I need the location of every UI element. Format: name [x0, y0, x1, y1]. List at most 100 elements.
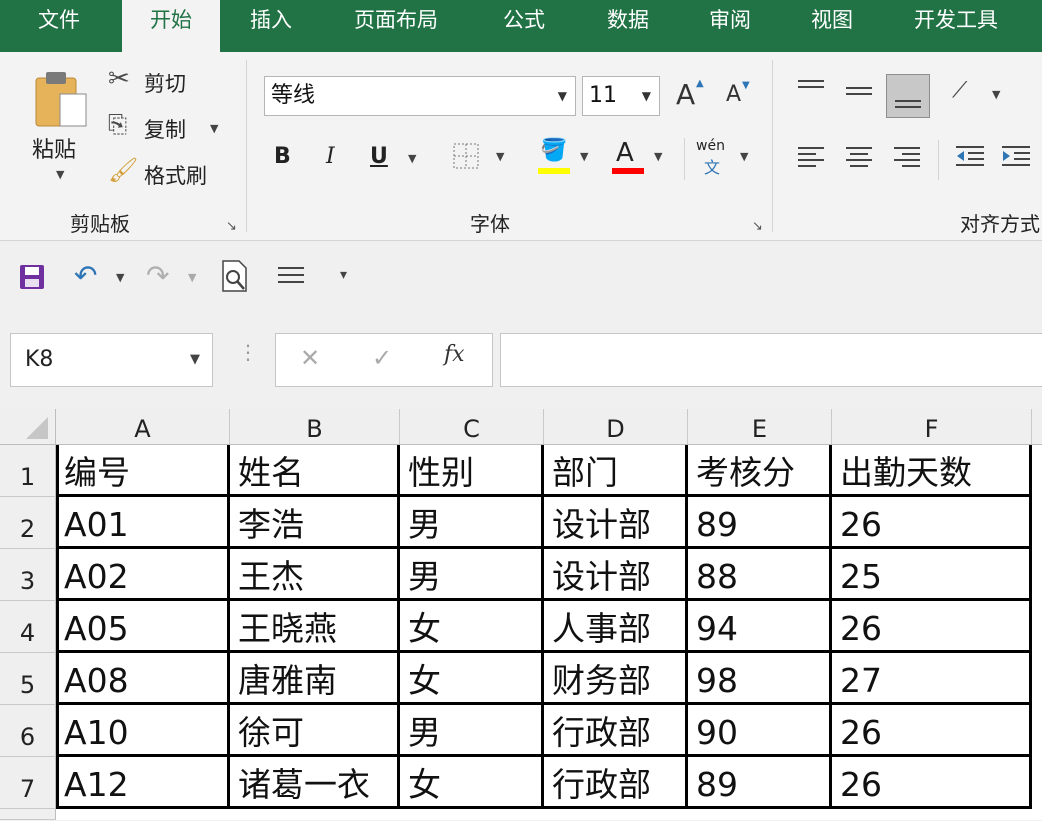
column-header-e[interactable]: E — [688, 409, 832, 445]
row-header[interactable]: 5 — [0, 653, 56, 705]
splitter-handle[interactable]: ⋮ — [238, 342, 258, 362]
cell-e7[interactable]: 89 — [688, 757, 832, 809]
cell-b4[interactable]: 王晓燕 — [230, 601, 400, 653]
borders-button[interactable]: ▼ — [452, 142, 510, 176]
cell-b3[interactable]: 王杰 — [230, 549, 400, 601]
top-align-button[interactable] — [796, 78, 828, 110]
cell-a6[interactable]: A10 — [56, 705, 230, 757]
clipboard-launcher-icon[interactable]: ↘ — [226, 220, 240, 234]
decrease-indent-button[interactable] — [954, 144, 988, 174]
font-color-button[interactable]: A ▼ — [610, 138, 668, 178]
column-header-d[interactable]: D — [544, 409, 688, 445]
cell-d2[interactable]: 设计部 — [544, 497, 688, 549]
cell-e5[interactable]: 98 — [688, 653, 832, 705]
cell-c4[interactable]: 女 — [400, 601, 544, 653]
cell-f1[interactable]: 出勤天数 — [832, 445, 1032, 497]
cut-button[interactable]: ✂ 剪切 — [104, 64, 214, 96]
cell-f5[interactable]: 27 — [832, 653, 1032, 705]
cell-b1[interactable]: 姓名 — [230, 445, 400, 497]
paste-dropdown-icon[interactable]: ▼ — [56, 168, 64, 181]
align-right-button[interactable] — [892, 144, 924, 174]
cell-e3[interactable]: 88 — [688, 549, 832, 601]
align-center-button[interactable] — [844, 144, 876, 174]
phonetic-guide-button[interactable]: wén 文 ▼ — [696, 138, 756, 180]
cell-c2[interactable]: 男 — [400, 497, 544, 549]
cell-e4[interactable]: 94 — [688, 601, 832, 653]
insert-function-icon[interactable]: fx — [444, 342, 465, 367]
font-name-combobox[interactable]: 等线 ▼ — [264, 76, 576, 116]
cell-a5[interactable]: A08 — [56, 653, 230, 705]
cell-d5[interactable]: 财务部 — [544, 653, 688, 705]
cell-f2[interactable]: 26 — [832, 497, 1032, 549]
cell-b6[interactable]: 徐可 — [230, 705, 400, 757]
cell-f3[interactable]: 25 — [832, 549, 1032, 601]
cell-b7[interactable]: 诸葛一衣 — [230, 757, 400, 809]
cell-d4[interactable]: 人事部 — [544, 601, 688, 653]
select-all-button[interactable] — [0, 409, 56, 445]
cell-c3[interactable]: 男 — [400, 549, 544, 601]
tab-formulas[interactable]: 公式 — [474, 0, 574, 52]
cell-c5[interactable]: 女 — [400, 653, 544, 705]
cell-e1[interactable]: 考核分 — [688, 445, 832, 497]
row-header[interactable]: 2 — [0, 497, 56, 549]
bold-button[interactable]: B — [274, 144, 291, 169]
tab-view[interactable]: 视图 — [784, 0, 880, 52]
customize-qat-button[interactable]: ▾ — [340, 267, 347, 283]
enter-icon[interactable]: ✓ — [372, 344, 392, 372]
align-qat-button[interactable] — [276, 265, 308, 293]
name-box[interactable]: K8 ▼ — [10, 333, 213, 387]
format-painter-button[interactable]: 🖌 格式刷 — [104, 156, 224, 188]
save-button[interactable] — [18, 263, 48, 293]
row-header[interactable]: 4 — [0, 601, 56, 653]
increase-indent-button[interactable] — [1000, 144, 1034, 174]
tab-page-layout[interactable]: 页面布局 — [330, 0, 462, 52]
column-header-f[interactable]: F — [832, 409, 1032, 445]
row-header[interactable]: 7 — [0, 757, 56, 809]
cell-f7[interactable]: 26 — [832, 757, 1032, 809]
cell-b5[interactable]: 唐雅南 — [230, 653, 400, 705]
column-header-g[interactable] — [1032, 409, 1042, 445]
row-header[interactable]: 3 — [0, 549, 56, 601]
tab-home[interactable]: 开始 — [122, 0, 220, 52]
tab-data[interactable]: 数据 — [580, 0, 676, 52]
cell-d6[interactable]: 行政部 — [544, 705, 688, 757]
decrease-font-size-button[interactable]: A ▼ — [726, 80, 756, 116]
tab-insert[interactable]: 插入 — [222, 0, 320, 52]
increase-font-size-button[interactable]: A ▲ — [676, 78, 710, 114]
font-size-combobox[interactable]: 11 ▼ — [582, 76, 660, 116]
undo-button[interactable]: ↶ ▼ — [74, 259, 130, 293]
italic-button[interactable]: I — [326, 144, 335, 169]
tab-developer[interactable]: 开发工具 — [890, 0, 1022, 52]
cell-d1[interactable]: 部门 — [544, 445, 688, 497]
cell-d3[interactable]: 设计部 — [544, 549, 688, 601]
cell-a3[interactable]: A02 — [56, 549, 230, 601]
row-header[interactable]: 1 — [0, 445, 56, 497]
orientation-button[interactable]: ⟋ ▼ — [952, 78, 1006, 112]
cell-c6[interactable]: 男 — [400, 705, 544, 757]
column-header-a[interactable]: A — [56, 409, 230, 445]
formula-input[interactable] — [500, 333, 1042, 387]
cancel-icon[interactable]: ✕ — [300, 344, 320, 372]
paste-button[interactable]: 粘贴 ▼ — [26, 66, 96, 191]
cell-f6[interactable]: 26 — [832, 705, 1032, 757]
middle-align-button[interactable] — [844, 78, 876, 110]
cell-a2[interactable]: A01 — [56, 497, 230, 549]
print-preview-button[interactable] — [220, 259, 252, 295]
cell-a4[interactable]: A05 — [56, 601, 230, 653]
cell-c7[interactable]: 女 — [400, 757, 544, 809]
fill-color-button[interactable]: 🪣 ▼ — [536, 138, 596, 178]
cell-a7[interactable]: A12 — [56, 757, 230, 809]
tab-review[interactable]: 审阅 — [682, 0, 778, 52]
redo-button[interactable]: ↷ ▼ — [146, 259, 202, 293]
cell-e6[interactable]: 90 — [688, 705, 832, 757]
chevron-down-icon[interactable]: ▼ — [190, 334, 200, 386]
cell-c1[interactable]: 性别 — [400, 445, 544, 497]
align-left-button[interactable] — [796, 144, 828, 174]
cell-d7[interactable]: 行政部 — [544, 757, 688, 809]
cell-f4[interactable]: 26 — [832, 601, 1032, 653]
underline-button[interactable]: U ▼ — [370, 144, 422, 176]
tab-file[interactable]: 文件 — [0, 0, 118, 52]
copy-button[interactable]: ⎘ 复制 ▼ — [104, 110, 224, 142]
column-header-b[interactable]: B — [230, 409, 400, 445]
font-launcher-icon[interactable]: ↘ — [752, 220, 766, 234]
